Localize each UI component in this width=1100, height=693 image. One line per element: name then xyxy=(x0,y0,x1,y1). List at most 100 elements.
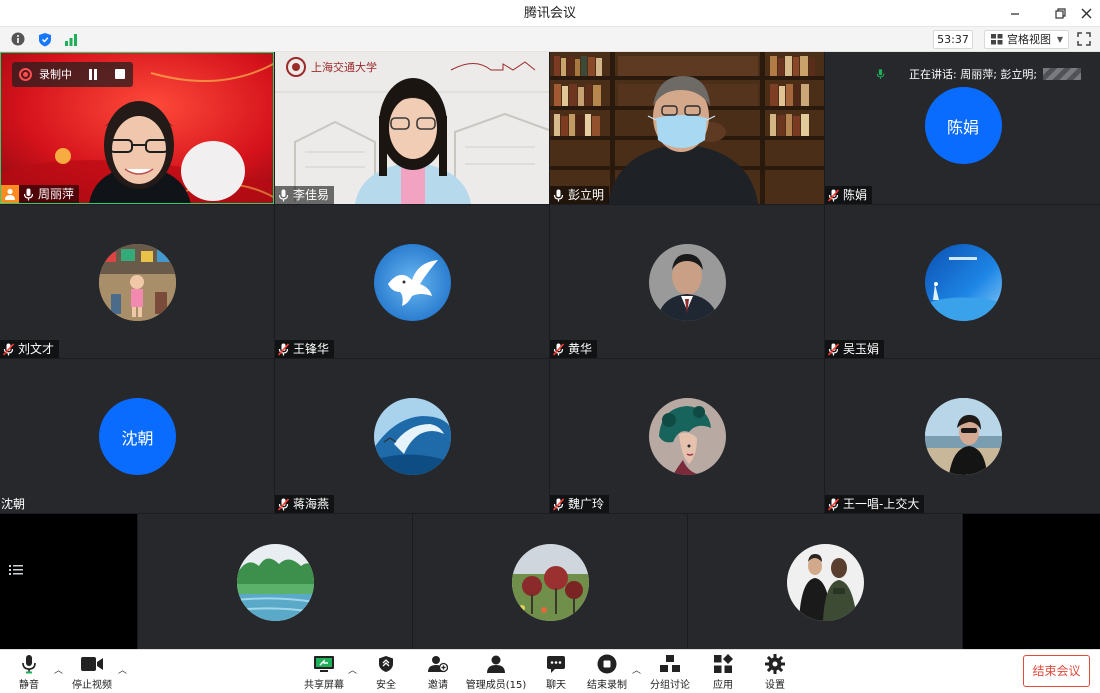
video-tile-jiang-haiyan[interactable]: 蒋海燕 xyxy=(275,359,549,513)
fullscreen-icon xyxy=(1077,32,1091,46)
pixelated-name-icon xyxy=(1043,68,1082,80)
mic-muted-icon xyxy=(828,188,839,202)
participant-name: 彭立明 xyxy=(568,188,605,202)
fullscreen-button[interactable] xyxy=(1077,31,1091,50)
share-screen-button[interactable]: 共享屏幕 xyxy=(303,653,345,691)
participant-namebar: 王锋华 xyxy=(275,340,335,358)
video-options-chevron-icon[interactable]: ︿ xyxy=(118,663,127,676)
participant-namebar: 蒋海燕 xyxy=(275,495,335,513)
speaking-indicator: 正在讲话: 周丽萍; 彭立明; xyxy=(876,66,1082,82)
participant-namebar: 刘文才 xyxy=(0,340,60,358)
avatar xyxy=(649,243,726,321)
mic-active-icon xyxy=(876,69,885,79)
record-options-chevron-icon[interactable]: ︿ xyxy=(632,663,641,676)
video-tile-wang-fenghua[interactable]: 王锋华 xyxy=(275,205,549,358)
mic-muted-icon xyxy=(278,497,289,511)
mic-muted-icon xyxy=(278,342,289,356)
manage-members-button[interactable]: 管理成员(15) xyxy=(465,653,527,691)
speaking-text: 正在讲话: 周丽萍; 彭立明; xyxy=(909,68,1038,81)
participant-name: 周丽萍 xyxy=(38,187,75,201)
stop-video-button[interactable]: 停止视频 xyxy=(70,653,114,691)
minimize-button[interactable] xyxy=(1002,0,1028,27)
avatar xyxy=(924,398,1002,475)
mic-on-icon xyxy=(553,189,564,201)
security-shield-button[interactable] xyxy=(37,31,53,47)
recording-indicator: 录制中 xyxy=(12,62,133,87)
participant-name: 沈朝 xyxy=(1,497,26,511)
apps-label: 应用 xyxy=(713,680,733,691)
participant-name: 王一唱-上交大 xyxy=(843,497,920,511)
share-options-chevron-icon[interactable]: ︿ xyxy=(348,663,357,676)
shield-icon xyxy=(39,32,51,46)
participant-namebar: 魏广玲 xyxy=(550,495,610,513)
apps-button[interactable]: 应用 xyxy=(709,653,737,691)
chevron-down-icon: ▼ xyxy=(1056,35,1063,44)
video-tile-row4-2[interactable] xyxy=(413,514,687,649)
video-tile-zhou-liping[interactable]: 录制中 周丽萍 xyxy=(0,52,274,204)
breakout-rooms-button[interactable]: 分组讨论 xyxy=(650,653,690,691)
participant-namebar: 王一唱-上交大 xyxy=(825,495,925,513)
mic-muted-icon xyxy=(828,497,839,511)
empty-area-left xyxy=(0,514,137,649)
title-bar: 腾讯会议 xyxy=(0,0,1100,27)
video-tile-wei-guangling[interactable]: 魏广玲 xyxy=(550,359,824,513)
chat-bubble-icon xyxy=(545,653,567,674)
pause-recording-button[interactable] xyxy=(88,69,99,80)
avatar xyxy=(374,243,451,321)
signal-bars-icon xyxy=(65,33,77,46)
gear-icon xyxy=(764,653,786,674)
close-button[interactable] xyxy=(1073,0,1099,27)
participant-name: 黄华 xyxy=(568,342,593,356)
invite-user-icon xyxy=(427,653,449,674)
mute-label: 静音 xyxy=(19,680,39,691)
participant-namebar: 周丽萍 xyxy=(1,185,80,203)
video-tile-wang-yichang[interactable]: 王一唱-上交大 xyxy=(825,359,1100,513)
stop-recording-label: 结束录制 xyxy=(587,680,627,691)
sidebar-toggle-button[interactable] xyxy=(9,561,23,575)
recording-dot-icon xyxy=(19,68,32,81)
avatar: 陈娟 xyxy=(924,87,1002,164)
invite-button[interactable]: 邀请 xyxy=(424,653,452,691)
video-tile-chen-juan[interactable]: 正在讲话: 周丽萍; 彭立明; 陈娟 陈娟 xyxy=(825,52,1100,204)
video-tile-shen-chao[interactable]: 沈朝 沈朝 xyxy=(0,359,274,513)
chat-button[interactable]: 聊天 xyxy=(542,653,570,691)
participant-video-li-jiayi: 上海交通大学 xyxy=(275,52,549,204)
video-tile-row4-1[interactable] xyxy=(138,514,412,649)
mute-button[interactable]: 静音 xyxy=(12,653,46,691)
participant-name: 李佳易 xyxy=(293,188,330,202)
recording-label: 录制中 xyxy=(39,68,72,81)
end-meeting-button[interactable]: 结束会议 xyxy=(1023,655,1090,687)
video-tile-huang-hua[interactable]: 黄华 xyxy=(550,205,824,358)
minimize-icon xyxy=(1011,12,1019,15)
stop-recording-toolbar-button[interactable]: 结束录制 xyxy=(587,653,627,691)
avatar xyxy=(787,543,864,621)
video-tile-wu-yujuan[interactable]: 吴玉娟 xyxy=(825,205,1100,358)
grid-view-icon xyxy=(991,34,1003,45)
video-tile-row4-3[interactable] xyxy=(688,514,962,649)
security-button[interactable]: 安全 xyxy=(372,653,400,691)
network-status-button[interactable] xyxy=(63,31,79,47)
shield-icon xyxy=(375,653,397,674)
svg-text:上海交通大学: 上海交通大学 xyxy=(311,60,377,74)
restore-button[interactable] xyxy=(1047,0,1073,27)
view-mode-dropdown[interactable]: 宫格视图 ▼ xyxy=(984,30,1069,49)
video-camera-icon xyxy=(81,653,103,674)
participant-name: 蒋海燕 xyxy=(293,497,330,511)
list-icon xyxy=(9,565,23,575)
members-icon xyxy=(485,653,507,674)
meeting-info-button[interactable] xyxy=(10,31,26,47)
video-tile-liu-wencai[interactable]: 刘文才 xyxy=(0,205,274,358)
settings-button[interactable]: 设置 xyxy=(761,653,789,691)
avatar xyxy=(99,243,176,321)
breakout-rooms-icon xyxy=(659,653,681,674)
mic-options-chevron-icon[interactable]: ︿ xyxy=(54,663,63,676)
participant-namebar: 陈娟 xyxy=(825,186,873,204)
security-label: 安全 xyxy=(376,680,396,691)
video-tile-peng-liming[interactable]: 彭立明 xyxy=(550,52,824,204)
video-tile-li-jiayi[interactable]: 上海交通大学 李佳易 xyxy=(275,52,549,204)
video-grid: 录制中 周丽萍 上海交通大学 李佳易 彭立明 正在讲话: 周丽萍; 彭立明; 陈… xyxy=(0,52,1100,649)
manage-members-label: 管理成员(15) xyxy=(465,680,527,691)
stop-recording-button[interactable] xyxy=(115,69,125,79)
view-mode-label: 宫格视图 xyxy=(1007,33,1051,46)
microphone-icon xyxy=(18,653,40,674)
